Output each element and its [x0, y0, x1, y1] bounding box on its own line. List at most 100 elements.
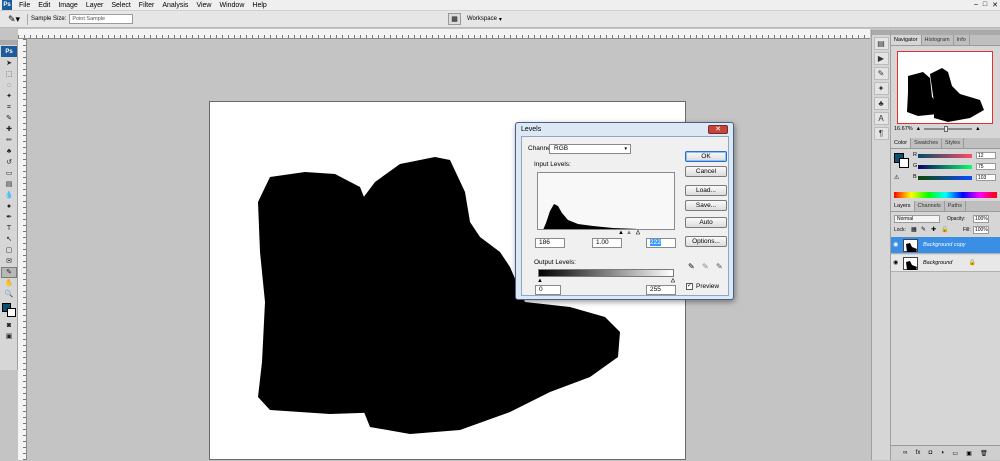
- hand-tool-icon[interactable]: ✋: [1, 278, 17, 289]
- adjustment-layer-icon[interactable]: ◑: [940, 450, 944, 456]
- auto-button[interactable]: Auto: [685, 217, 727, 228]
- tool-presets-icon[interactable]: ✎: [873, 67, 889, 80]
- input-black-slider-handle[interactable]: ▲: [618, 230, 624, 236]
- character-panel-icon[interactable]: A: [873, 112, 889, 125]
- input-white-field[interactable]: 222: [646, 238, 676, 248]
- menu-select[interactable]: Select: [107, 0, 134, 11]
- gradient-tool-icon[interactable]: ▤: [1, 179, 17, 190]
- options-button[interactable]: Options...: [685, 236, 727, 247]
- menu-file[interactable]: File: [15, 0, 34, 11]
- fill-field[interactable]: 100%: [973, 226, 989, 234]
- load-button[interactable]: Load...: [685, 185, 727, 196]
- visibility-eye-icon[interactable]: ◉: [893, 259, 900, 267]
- zoom-out-icon[interactable]: ▲: [916, 126, 921, 132]
- history-panel-icon[interactable]: ▤: [873, 37, 889, 50]
- levels-close-button[interactable]: ✕: [708, 125, 728, 134]
- g-slider[interactable]: [918, 165, 972, 169]
- lock-transparency-icon[interactable]: ▦: [911, 226, 917, 233]
- toolbox-header[interactable]: [0, 40, 17, 45]
- pen-tool-icon[interactable]: ✒: [1, 212, 17, 223]
- tab-histogram[interactable]: Histogram: [922, 35, 954, 45]
- move-tool-icon[interactable]: ➤: [1, 58, 17, 69]
- screen-mode-icon[interactable]: ▣: [1, 331, 17, 342]
- toolbox-logo[interactable]: Ps: [1, 46, 17, 57]
- background-color-swatch[interactable]: [7, 308, 16, 317]
- r-slider[interactable]: [918, 154, 972, 158]
- bridge-icon[interactable]: ▦: [448, 13, 461, 25]
- eraser-tool-icon[interactable]: ▭: [1, 168, 17, 179]
- g-value-field[interactable]: 75: [976, 163, 996, 170]
- close-icon[interactable]: ✕: [992, 1, 998, 9]
- cancel-button[interactable]: Cancel: [685, 166, 727, 177]
- healing-brush-tool-icon[interactable]: ✚: [1, 124, 17, 135]
- quick-mask-icon[interactable]: ◙: [1, 320, 17, 331]
- color-background-swatch[interactable]: [899, 158, 909, 168]
- b-value-field[interactable]: 103: [976, 174, 996, 181]
- preview-checkbox[interactable]: ✓: [686, 283, 693, 290]
- layer-row-background[interactable]: ◉ Background 🔒: [891, 255, 1000, 272]
- menu-filter[interactable]: Filter: [135, 0, 159, 11]
- lock-all-icon[interactable]: 🔒: [941, 226, 948, 233]
- type-tool-icon[interactable]: T: [1, 223, 17, 234]
- tab-navigator[interactable]: Navigator: [891, 35, 922, 45]
- input-gamma-field[interactable]: 1.00: [592, 238, 622, 248]
- workspace-button[interactable]: Workspace ▾: [467, 16, 502, 23]
- save-button[interactable]: Save...: [685, 200, 727, 211]
- r-value-field[interactable]: 12: [976, 152, 996, 159]
- eyedropper-tool-icon[interactable]: ✎: [1, 113, 17, 124]
- tab-color[interactable]: Color: [891, 138, 912, 148]
- opacity-field[interactable]: 100%: [973, 215, 989, 223]
- restore-icon[interactable]: □: [983, 1, 987, 9]
- paragraph-panel-icon[interactable]: ¶: [873, 127, 889, 140]
- levels-dialog-titlebar[interactable]: Levels ✕: [516, 123, 733, 136]
- input-gamma-slider-handle[interactable]: ▲: [626, 230, 632, 236]
- new-layer-icon[interactable]: ▣: [966, 450, 972, 457]
- dock-header[interactable]: [872, 30, 890, 35]
- new-group-icon[interactable]: ▭: [952, 450, 958, 457]
- minimize-icon[interactable]: –: [974, 1, 978, 9]
- tab-paths[interactable]: Paths: [945, 201, 966, 211]
- output-black-field[interactable]: 0: [535, 285, 561, 295]
- tab-channels[interactable]: Channels: [915, 201, 945, 211]
- navigator-thumbnail[interactable]: [897, 51, 993, 124]
- tab-styles[interactable]: Styles: [942, 138, 964, 148]
- white-eyedropper-icon[interactable]: ✎: [716, 263, 723, 271]
- path-selection-tool-icon[interactable]: ↖: [1, 234, 17, 245]
- blur-tool-icon[interactable]: 💧: [1, 190, 17, 201]
- marquee-tool-icon[interactable]: ⬚: [1, 69, 17, 80]
- channel-select[interactable]: RGB: [549, 144, 631, 154]
- menu-edit[interactable]: Edit: [34, 0, 54, 11]
- menu-image[interactable]: Image: [54, 0, 81, 11]
- tab-info[interactable]: Info: [954, 35, 970, 45]
- clone-source-icon[interactable]: ♣: [873, 97, 889, 110]
- output-white-field[interactable]: 255: [646, 285, 676, 295]
- navigator-zoom-value[interactable]: 16.67%: [894, 126, 913, 132]
- magic-wand-tool-icon[interactable]: ✦: [1, 91, 17, 102]
- output-black-slider-handle[interactable]: ▲: [537, 278, 543, 284]
- menu-help[interactable]: Help: [248, 0, 270, 11]
- gamut-warning-icon[interactable]: ⚠: [894, 174, 899, 181]
- input-white-slider-handle[interactable]: ▲: [635, 230, 641, 237]
- tab-layers[interactable]: Layers: [891, 201, 915, 211]
- b-slider[interactable]: [918, 176, 972, 180]
- menu-view[interactable]: View: [192, 0, 215, 11]
- history-brush-tool-icon[interactable]: ↺: [1, 157, 17, 168]
- notes-tool-icon[interactable]: ✉: [1, 256, 17, 267]
- sample-size-select[interactable]: Point Sample: [69, 14, 134, 24]
- lock-image-icon[interactable]: ✎: [921, 226, 926, 233]
- brush-tool-icon[interactable]: ✏: [1, 135, 17, 146]
- menu-window[interactable]: Window: [215, 0, 248, 11]
- actions-panel-icon[interactable]: ▶: [873, 52, 889, 65]
- lock-position-icon[interactable]: ✚: [931, 226, 936, 233]
- input-black-field[interactable]: 186: [535, 238, 565, 248]
- link-layers-icon[interactable]: ∞: [903, 450, 907, 456]
- output-white-slider-handle[interactable]: ▲: [670, 278, 676, 285]
- lasso-tool-icon[interactable]: ◌: [1, 80, 17, 91]
- zoom-slider[interactable]: [924, 126, 973, 132]
- layer-mask-icon[interactable]: ◘: [929, 450, 933, 456]
- menu-layer[interactable]: Layer: [82, 0, 108, 11]
- zoom-in-icon[interactable]: ▲: [975, 126, 980, 132]
- color-swatches[interactable]: [1, 302, 17, 318]
- brushes-panel-icon[interactable]: ✦: [873, 82, 889, 95]
- tab-swatches[interactable]: Swatches: [911, 138, 943, 148]
